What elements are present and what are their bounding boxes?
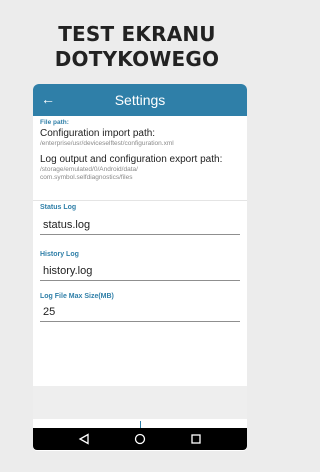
- history-log-label: History Log: [40, 251, 79, 258]
- file-path-label: File path:: [40, 119, 69, 126]
- status-log-label: Status Log: [40, 204, 77, 211]
- status-log-input[interactable]: status.log: [40, 217, 240, 235]
- max-size-input[interactable]: 25: [40, 304, 240, 322]
- android-nav-bar: [33, 428, 247, 450]
- app-bar: ← Settings: [33, 84, 247, 116]
- config-import-path: /enterprise/usr/deviceselftest/configura…: [40, 140, 174, 147]
- log-export-path-line2: com.symbol.selfdiagnostics/files: [40, 174, 133, 181]
- app-bar-title: Settings: [114, 92, 166, 108]
- file-path-section: File path: Configuration import path: /e…: [33, 119, 247, 182]
- section-divider: [33, 200, 247, 201]
- heading-line-2: DOTYKOWEGO: [54, 47, 220, 71]
- recents-square-icon[interactable]: [190, 433, 202, 445]
- log-export-label: Log output and configuration export path…: [40, 154, 223, 165]
- phone-screen: ← Settings File path: Configuration impo…: [33, 84, 247, 451]
- page-heading: TEST EKRANU DOTYKOWEGO: [0, 22, 274, 72]
- home-circle-icon[interactable]: [134, 433, 146, 445]
- max-size-label: Log File Max Size(MB): [40, 293, 114, 300]
- config-import-label: Configuration import path:: [40, 128, 156, 139]
- heading-line-1: TEST EKRANU: [58, 22, 216, 46]
- empty-area: [33, 386, 247, 419]
- log-export-path-line1: /storage/emulated/0/Android/data/: [40, 166, 138, 173]
- back-triangle-icon[interactable]: [78, 433, 90, 445]
- history-log-input[interactable]: history.log: [40, 263, 240, 281]
